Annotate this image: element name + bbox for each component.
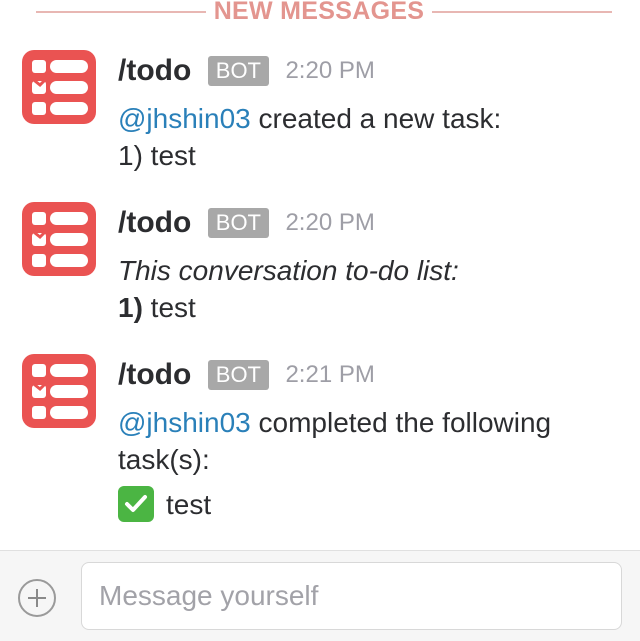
divider-line-right bbox=[432, 11, 612, 13]
bot-badge: BOT bbox=[207, 56, 269, 86]
message-input[interactable] bbox=[81, 562, 622, 630]
timestamp[interactable]: 2:20 PM bbox=[285, 209, 374, 236]
user-mention[interactable]: @jhshin03 bbox=[118, 103, 251, 134]
bot-badge: BOT bbox=[207, 360, 269, 390]
plus-icon[interactable] bbox=[18, 579, 56, 617]
check-mark-icon bbox=[118, 485, 154, 522]
sender-name[interactable]: /todo bbox=[118, 206, 191, 239]
message-body: @jhshin03 created a new task: 1) test bbox=[118, 100, 623, 174]
list-number: 1) bbox=[118, 292, 143, 323]
user-mention[interactable]: @jhshin03 bbox=[118, 407, 251, 438]
sender-name[interactable]: /todo bbox=[118, 54, 191, 87]
message-line: test bbox=[118, 485, 623, 525]
message-header: /todo BOT 2:20 PM bbox=[118, 54, 375, 90]
divider-line-left bbox=[36, 11, 206, 13]
message-body: @jhshin03 completed the following task(s… bbox=[118, 404, 623, 525]
message-body: This conversation to-do list: 1) test bbox=[118, 252, 623, 326]
todo-list-icon[interactable] bbox=[22, 202, 96, 276]
message-list: NEW MESSAGES /todo BOT 2:20 PM @jhshin03… bbox=[0, 0, 640, 550]
message-text: created a new task: bbox=[250, 103, 502, 134]
new-messages-label: NEW MESSAGES bbox=[213, 0, 425, 25]
message-line: 1) test bbox=[118, 140, 196, 171]
bot-badge: BOT bbox=[207, 208, 269, 238]
task-text: test bbox=[166, 489, 212, 520]
timestamp[interactable]: 2:20 PM bbox=[285, 57, 374, 84]
message-line: @jhshin03 created a new task: bbox=[118, 100, 623, 137]
message-composer bbox=[0, 550, 640, 641]
sender-name[interactable]: /todo bbox=[118, 358, 191, 391]
message-line: 1) test bbox=[118, 289, 623, 326]
message-header: /todo BOT 2:21 PM bbox=[118, 358, 375, 394]
new-messages-divider: NEW MESSAGES bbox=[0, 0, 640, 26]
message-header: /todo BOT 2:20 PM bbox=[118, 206, 375, 242]
timestamp[interactable]: 2:21 PM bbox=[285, 361, 374, 388]
todo-list-icon[interactable] bbox=[22, 50, 96, 124]
message-line: This conversation to-do list: bbox=[118, 255, 459, 286]
task-text: test bbox=[142, 292, 196, 323]
todo-list-icon[interactable] bbox=[22, 354, 96, 428]
message-line: @jhshin03 completed the following task(s… bbox=[118, 404, 623, 478]
